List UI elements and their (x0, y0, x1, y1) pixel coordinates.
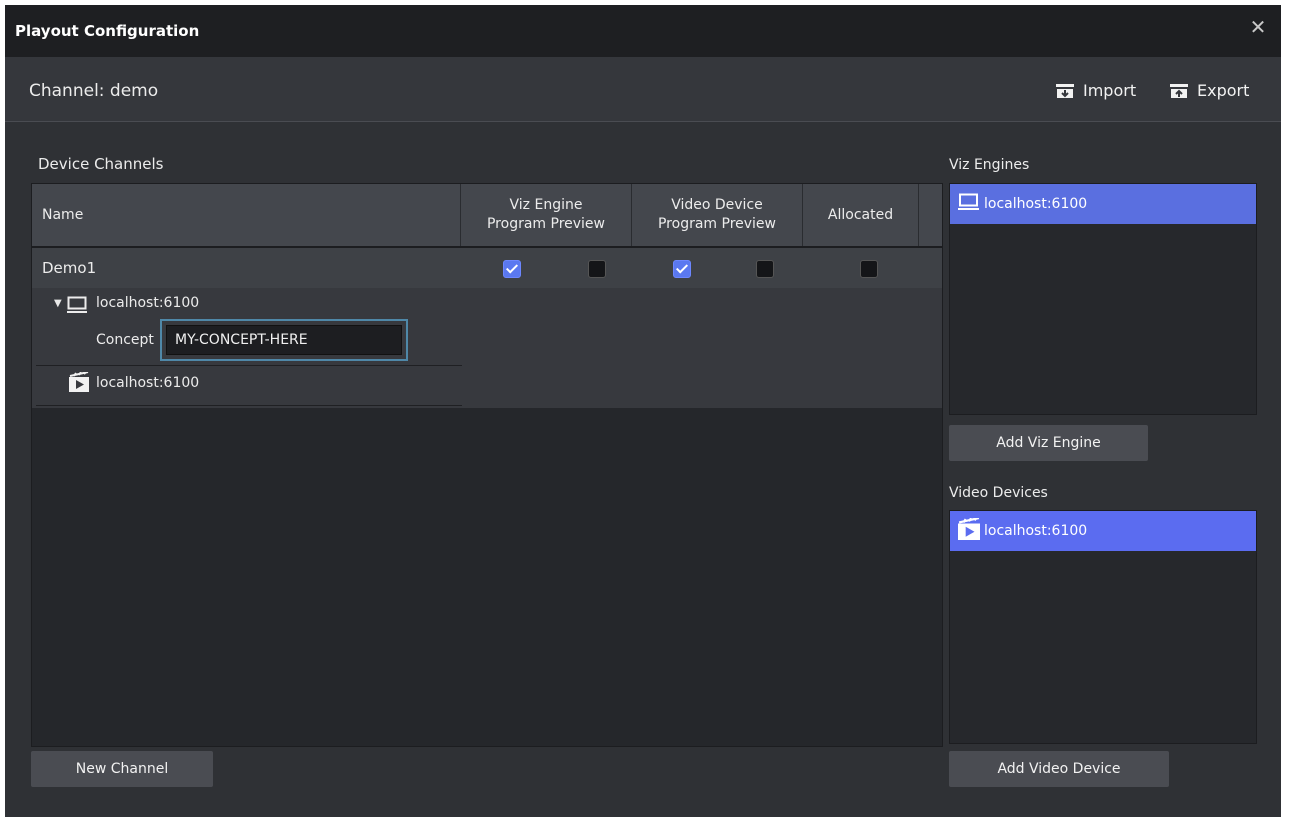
video-device-icon (958, 516, 980, 544)
expand-arrow-icon[interactable]: ▼ (54, 298, 62, 309)
column-separator (918, 184, 919, 246)
export-label: Export (1197, 81, 1250, 100)
column-viz-engine-sub: Program Preview (486, 216, 605, 232)
list-item[interactable]: localhost:6100 (950, 184, 1256, 224)
column-allocated[interactable]: Allocated (803, 184, 918, 246)
tree-engine-label[interactable]: localhost:6100 (96, 295, 199, 311)
playout-configuration-dialog: Playout Configuration ✕ Channel: demo Im… (5, 5, 1281, 817)
device-channels-table: Name Viz Engine Program Preview Video De… (31, 183, 943, 747)
tree-divider (36, 405, 462, 406)
concept-label: Concept (96, 332, 154, 348)
viz-engine-item-label: localhost:6100 (984, 196, 1088, 212)
device-channels-label: Device Channels (38, 155, 164, 173)
concept-input[interactable] (160, 319, 408, 361)
import-button[interactable]: Import (1055, 81, 1136, 100)
monitor-icon (67, 296, 87, 318)
close-icon[interactable]: ✕ (1247, 17, 1269, 39)
channel-name: Demo1 (42, 259, 97, 277)
table-row[interactable]: Demo1 (32, 248, 942, 288)
tree-video-label[interactable]: localhost:6100 (96, 375, 199, 391)
monitor-icon (958, 193, 980, 215)
add-viz-engine-button[interactable]: Add Viz Engine (949, 425, 1148, 461)
column-video-device-title: Video Device (671, 197, 763, 213)
table-header: Name Viz Engine Program Preview Video De… (32, 184, 942, 248)
window-title: Playout Configuration (15, 22, 200, 40)
viz-preview-checkbox[interactable] (588, 260, 606, 278)
channel-label: Channel: demo (29, 81, 159, 101)
column-video-device[interactable]: Video Device Program Preview (632, 184, 802, 246)
column-viz-engine-title: Viz Engine (509, 197, 583, 213)
video-device-icon (69, 371, 89, 396)
channel-tree: Demo1 ▼ localhost:6100 Concept MY-CONCEP… (32, 248, 942, 408)
viz-engines-label: Viz Engines (949, 157, 1030, 173)
video-program-checkbox[interactable] (673, 260, 691, 278)
channel-header: Channel: demo Import Export (5, 57, 1281, 122)
import-label: Import (1083, 81, 1137, 100)
column-name[interactable]: Name (32, 184, 470, 246)
video-devices-list: localhost:6100 (949, 510, 1257, 744)
allocated-checkbox[interactable] (860, 260, 878, 278)
video-devices-label: Video Devices (949, 485, 1048, 501)
viz-program-checkbox[interactable] (503, 260, 521, 278)
list-item[interactable]: localhost:6100 (950, 511, 1256, 551)
import-icon (1055, 83, 1075, 99)
video-preview-checkbox[interactable] (756, 260, 774, 278)
new-channel-button[interactable]: New Channel (31, 751, 213, 787)
video-device-item-label: localhost:6100 (984, 523, 1088, 539)
export-button[interactable]: Export (1169, 81, 1249, 100)
tree-divider (36, 365, 462, 366)
column-viz-engine[interactable]: Viz Engine Program Preview (461, 184, 631, 246)
column-video-device-sub: Program Preview (657, 216, 776, 232)
export-icon (1169, 83, 1189, 99)
viz-engines-list: localhost:6100 (949, 183, 1257, 415)
title-bar: Playout Configuration ✕ (5, 5, 1281, 57)
add-video-device-button[interactable]: Add Video Device (949, 751, 1169, 787)
